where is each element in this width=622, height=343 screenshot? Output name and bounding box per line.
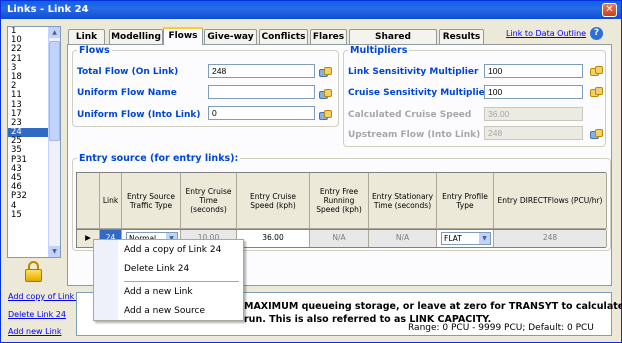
- tab-give-way[interactable]: Give-way: [204, 29, 257, 44]
- add-new-link[interactable]: Add new Link: [8, 327, 62, 336]
- uniform-flow-into-label: Uniform Flow (Into Link): [77, 110, 201, 120]
- total-flow-input[interactable]: [208, 64, 315, 78]
- cell-cruise-speed[interactable]: 36.00: [237, 230, 310, 247]
- tab-modelling[interactable]: Modelling: [109, 29, 163, 44]
- cell-directflows: 248: [494, 230, 607, 247]
- menu-item-add-link[interactable]: Add a new Link: [124, 287, 193, 297]
- tab-link[interactable]: Link: [68, 29, 105, 44]
- link-sensitivity-edit-icon[interactable]: [590, 66, 603, 77]
- upstream-flow-label: Upstream Flow (Into Link): [348, 130, 481, 140]
- tab-shared-stoplines[interactable]: Shared Stoplines: [349, 29, 437, 56]
- scroll-up-arrow-icon[interactable]: ▲: [49, 27, 60, 38]
- cruise-sensitivity-input[interactable]: [484, 85, 583, 99]
- uniform-name-edit-icon[interactable]: [319, 89, 332, 100]
- entry-source-grid: Link Entry Source Traffic Type Entry Cru…: [76, 172, 607, 248]
- cell-stationary-time: N/A: [369, 230, 437, 247]
- entry-source-legend: Entry source (for entry links):: [79, 153, 239, 164]
- links-window: Links - Link 24 ✕ 1 10 22 21 3 18 2 11 13 17 23 24 2…: [0, 0, 622, 343]
- uniform-flow-name-input[interactable]: [208, 85, 315, 99]
- lock-icon[interactable]: [25, 261, 42, 283]
- tab-conflicts[interactable]: Conflicts: [259, 29, 308, 44]
- help-icon[interactable]: ?: [590, 27, 603, 40]
- col-header-profile-type[interactable]: Entry Profile Type: [437, 173, 494, 229]
- profile-type-select[interactable]: FLAT ▼: [441, 232, 491, 245]
- multipliers-legend: Multipliers: [350, 45, 408, 56]
- flow-edit-icon[interactable]: [319, 67, 332, 78]
- link-to-data-outline[interactable]: Link to Data Outline: [506, 29, 586, 38]
- total-flow-label: Total Flow (On Link): [77, 67, 179, 77]
- calculated-cruise-speed-label: Calculated Cruise Speed: [348, 110, 472, 120]
- range-text: Range: 0 PCU - 9999 PCU; Default: 0 PCU: [408, 323, 594, 333]
- col-header-cruise-time[interactable]: Entry Cruise Time (seconds): [181, 173, 237, 229]
- menu-separator: [124, 281, 239, 282]
- profile-type-value: FLAT: [444, 234, 462, 243]
- tab-flows[interactable]: Flows: [163, 27, 203, 45]
- col-header-free-speed[interactable]: Entry Free Running Speed (kph): [310, 173, 369, 229]
- close-button[interactable]: ✕: [602, 3, 617, 17]
- grid-corner: [77, 173, 100, 229]
- calculated-cruise-speed-input: [484, 107, 583, 121]
- upstream-flow-edit-icon[interactable]: [590, 129, 603, 140]
- col-header-traffic-type[interactable]: Entry Source Traffic Type: [122, 173, 181, 229]
- link-sensitivity-input[interactable]: [484, 64, 583, 78]
- chevron-down-icon[interactable]: ▼: [479, 233, 490, 244]
- scroll-thumb[interactable]: [49, 41, 60, 141]
- uniform-into-edit-icon[interactable]: [319, 110, 332, 121]
- window-title: Links - Link 24: [7, 4, 89, 15]
- col-header-cruise-speed[interactable]: Entry Cruise Speed (kph): [237, 173, 310, 229]
- cell-free-speed: N/A: [310, 230, 369, 247]
- scroll-down-arrow-icon[interactable]: ▼: [49, 246, 60, 257]
- col-header-link[interactable]: Link: [100, 173, 122, 229]
- col-header-stationary-time[interactable]: Entry Stationary Time (seconds): [369, 173, 437, 229]
- menu-gutter: [94, 240, 118, 320]
- cruise-sensitivity-edit-icon[interactable]: [590, 87, 603, 98]
- link-sensitivity-label: Link Sensitivity Multiplier: [348, 67, 479, 77]
- help-text-line1: MAXIMUM queueing storage, or leave at ze…: [244, 301, 622, 312]
- tab-results[interactable]: Results: [439, 29, 484, 44]
- cruise-sensitivity-label: Cruise Sensitivity Multiplier: [348, 88, 490, 98]
- context-menu: Add a copy of Link 24 Delete Link 24 Add…: [93, 239, 244, 321]
- menu-item-add-source[interactable]: Add a new Source: [124, 306, 205, 316]
- upstream-flow-input: [484, 126, 583, 140]
- uniform-flow-name-label: Uniform Flow Name: [77, 88, 177, 98]
- title-bar: Links - Link 24 ✕: [1, 1, 621, 19]
- delete-link[interactable]: Delete Link 24: [8, 310, 66, 319]
- uniform-flow-into-input[interactable]: [208, 106, 315, 120]
- menu-item-add-copy[interactable]: Add a copy of Link 24: [124, 245, 221, 255]
- tab-flares[interactable]: Flares: [310, 29, 347, 44]
- flows-legend: Flows: [79, 45, 110, 56]
- link-list[interactable]: 1 10 22 21 3 18 2 11 13 17 23 24 25 35 P31 43 45 46 P32 4 15…: [7, 26, 61, 258]
- link-list-scrollbar[interactable]: ▲ ▼: [48, 27, 60, 257]
- col-header-directflows[interactable]: Entry DIRECTFlows (PCU/hr): [494, 173, 607, 229]
- menu-item-delete[interactable]: Delete Link 24: [124, 264, 189, 274]
